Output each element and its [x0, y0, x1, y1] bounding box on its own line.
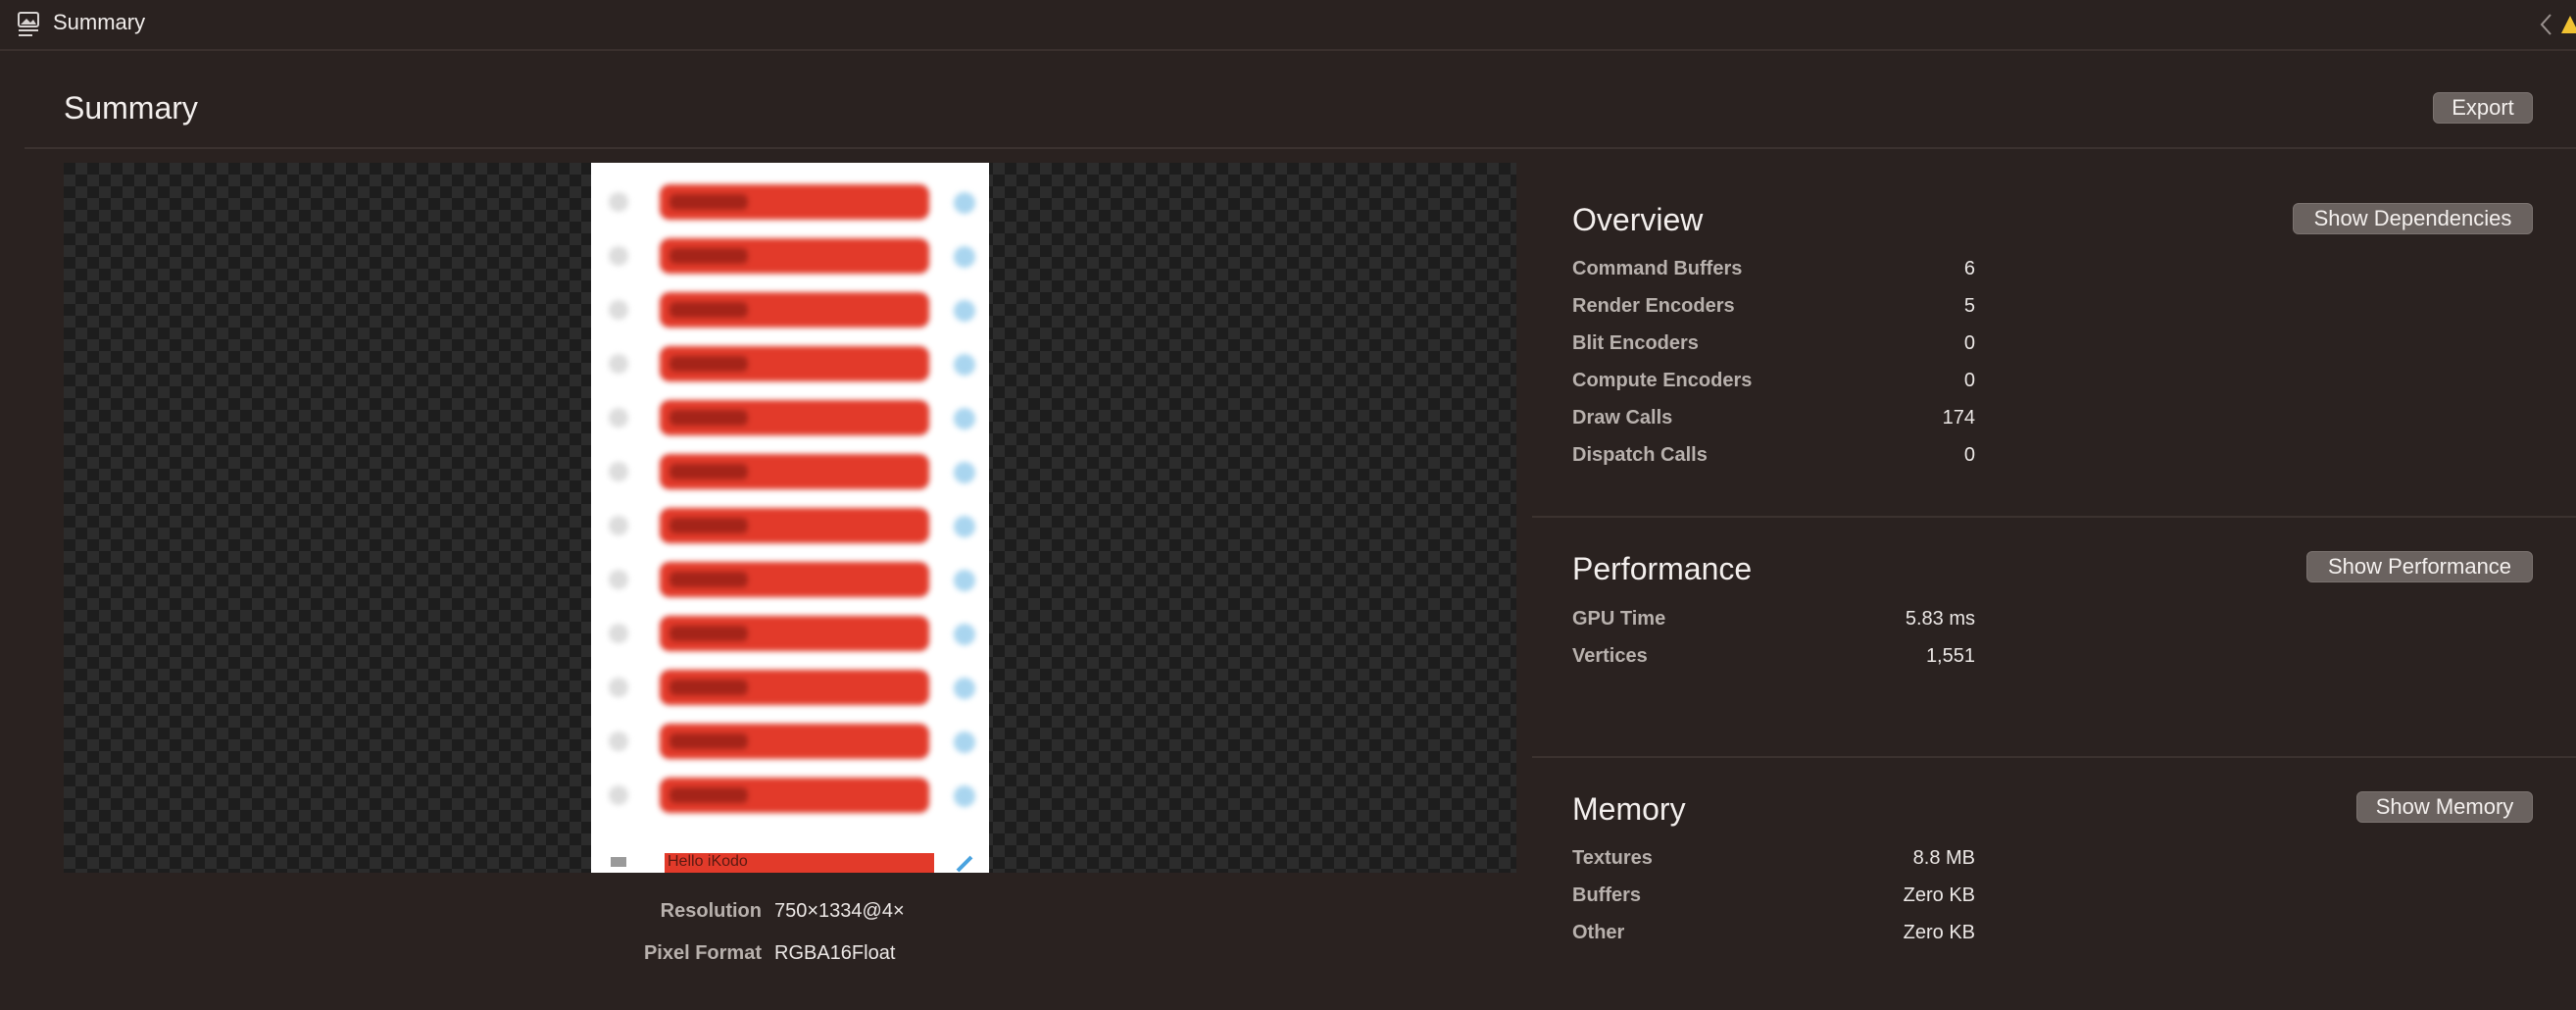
list-item-bar: [660, 724, 929, 759]
stat-value-other: Zero KB: [1903, 922, 1975, 943]
list-item: [591, 182, 989, 222]
list-item-bar: [660, 454, 929, 489]
section-divider: [1532, 756, 2576, 758]
list-item-bar: [660, 616, 929, 651]
stat-value-blit-encoders: 0: [1963, 332, 1975, 354]
stat-label-compute-encoders: Compute Encoders: [1572, 370, 1753, 391]
stat-label-blit-encoders: Blit Encoders: [1572, 332, 1699, 354]
frame-thumbnail: Hello iKodo: [591, 163, 989, 873]
stat-label-draw-calls: Draw Calls: [1572, 407, 1673, 429]
info-icon: [954, 678, 975, 699]
info-icon: [954, 732, 975, 753]
info-icon: [954, 785, 975, 807]
list-item: [591, 668, 989, 707]
stat-label-render-encoders: Render Encoders: [1572, 295, 1735, 317]
stat-value-command-buffers: 6: [1963, 258, 1975, 279]
stat-label-command-buffers: Command Buffers: [1572, 258, 1743, 279]
list-item: [591, 236, 989, 276]
list-item-bar: [660, 238, 929, 274]
list-item: [591, 722, 989, 761]
stat-value-dispatch-calls: 0: [1963, 444, 1975, 466]
checkbox-icon: [609, 300, 628, 320]
checkbox-icon: [609, 516, 628, 535]
info-icon: [954, 462, 975, 483]
checkbox-icon: [609, 246, 628, 266]
list-item: Hello iKodo: [591, 853, 989, 873]
show-memory-button[interactable]: Show Memory: [2356, 791, 2533, 823]
warning-icon[interactable]: [2560, 14, 2576, 35]
list-item: [591, 506, 989, 545]
stat-value-vertices: 1,551: [1925, 645, 1975, 667]
chevron-left-icon[interactable]: [2537, 12, 2554, 37]
stat-value-draw-calls: 174: [1942, 407, 1975, 429]
list-item-bar: [660, 400, 929, 435]
checkbox-icon: [609, 462, 628, 481]
list-item: [591, 560, 989, 599]
info-icon: [954, 570, 975, 591]
export-button[interactable]: Export: [2433, 92, 2533, 124]
page-title: Summary: [64, 90, 198, 126]
stat-value-render-encoders: 5: [1963, 295, 1975, 317]
stat-value-textures: 8.8 MB: [1912, 847, 1975, 869]
resolution-value: 750×1334@4×: [774, 900, 905, 922]
list-item-bar: [660, 562, 929, 597]
attachment-preview[interactable]: Hello iKodo: [64, 163, 1516, 873]
overview-title: Overview: [1572, 202, 1704, 237]
checkbox-icon: [609, 678, 628, 697]
info-icon: [954, 192, 975, 214]
info-icon: [954, 300, 975, 322]
list-item-bar: [660, 184, 929, 220]
header-divider: [25, 147, 2576, 149]
list-item: [591, 452, 989, 491]
checkbox-icon: [609, 192, 628, 212]
list-item-label: Hello iKodo: [668, 853, 748, 870]
info-icon: [954, 408, 975, 429]
stat-label-vertices: Vertices: [1572, 645, 1648, 667]
stat-label-buffers: Buffers: [1572, 884, 1642, 906]
pixel-format-value: RGBA16Float: [774, 942, 896, 964]
memory-title: Memory: [1572, 791, 1686, 827]
stat-value-compute-encoders: 0: [1963, 370, 1975, 391]
checkbox-icon: [609, 354, 628, 374]
stat-label-other: Other: [1572, 922, 1625, 943]
list-item: [591, 398, 989, 437]
pixel-format-label: Pixel Format: [643, 942, 762, 964]
stat-label-textures: Textures: [1572, 847, 1653, 869]
resolution-label: Resolution: [660, 900, 762, 922]
window-title: Summary: [53, 10, 146, 34]
list-item-bar: [660, 508, 929, 543]
show-dependencies-button[interactable]: Show Dependencies: [2293, 203, 2533, 234]
info-icon: [954, 516, 975, 537]
list-item: [591, 290, 989, 329]
stat-label-dispatch-calls: Dispatch Calls: [1572, 444, 1708, 466]
section-divider: [1532, 516, 2576, 518]
pencil-icon: [956, 855, 973, 873]
info-icon: [954, 624, 975, 645]
list-item: [591, 344, 989, 383]
info-icon: [954, 354, 975, 376]
grid-icon: [611, 857, 626, 867]
checkbox-icon: [609, 785, 628, 805]
checkbox-icon: [609, 408, 628, 428]
checkbox-icon: [609, 570, 628, 589]
list-item: [591, 776, 989, 815]
list-item: [591, 614, 989, 653]
image-document-icon: [18, 12, 39, 36]
stat-value-gpu-time: 5.83 ms: [1905, 608, 1975, 630]
show-performance-button[interactable]: Show Performance: [2306, 551, 2533, 582]
checkbox-icon: [609, 624, 628, 643]
list-item-bar: [660, 778, 929, 813]
checkbox-icon: [609, 732, 628, 751]
performance-title: Performance: [1572, 551, 1753, 586]
stat-label-gpu-time: GPU Time: [1572, 608, 1666, 630]
list-item-bar: [660, 346, 929, 381]
list-item-bar: [660, 670, 929, 705]
title-bar: Summary: [0, 0, 2576, 51]
stat-value-buffers: Zero KB: [1903, 884, 1975, 906]
list-item-bar: [660, 292, 929, 328]
info-icon: [954, 246, 975, 268]
